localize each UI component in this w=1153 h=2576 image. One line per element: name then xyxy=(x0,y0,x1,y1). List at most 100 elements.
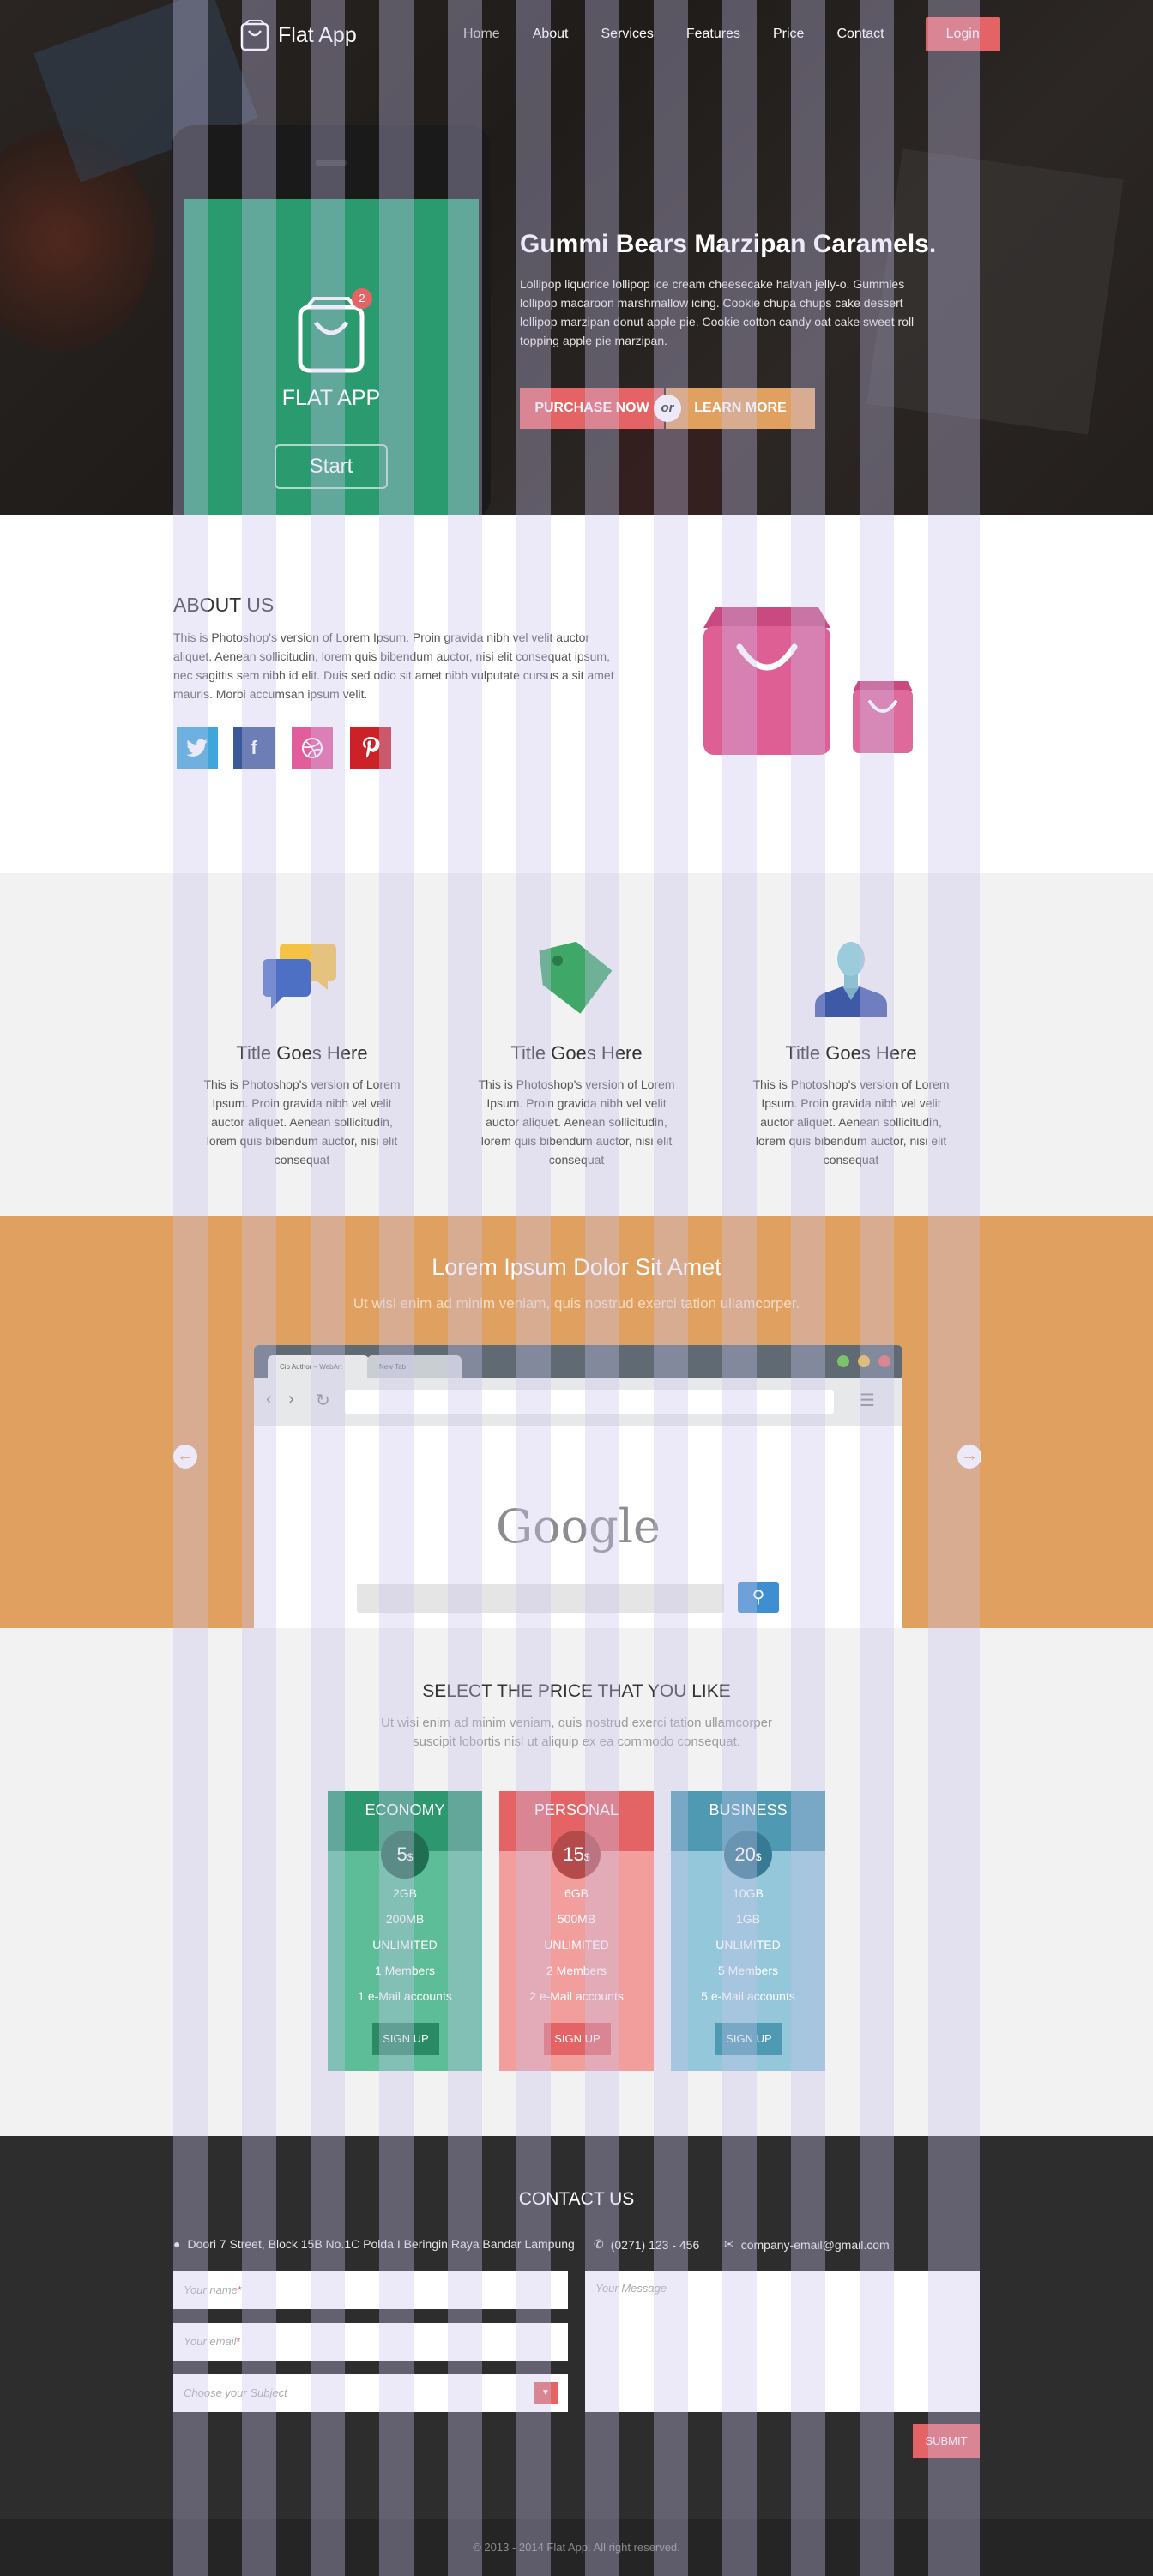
nav-link-features[interactable]: Features xyxy=(686,17,740,51)
contact-email: ✉ company-email@gmail.com xyxy=(724,2237,890,2252)
footer: © 2013 - 2014 Flat App. All right reserv… xyxy=(0,2519,1153,2576)
arrow-left-icon[interactable]: ← xyxy=(173,1445,197,1469)
feature-item: Title Goes Here This is Photoshop's vers… xyxy=(465,935,688,1169)
feature-item: Title Goes Here This is Photoshop's vers… xyxy=(190,935,414,1169)
envelope-icon: ✉ xyxy=(724,2237,734,2251)
arrow-right-icon[interactable]: → xyxy=(957,1445,981,1469)
address-text: Doori 7 Street, Block 15B No.1C Polda I … xyxy=(187,2237,575,2251)
plan-feature: 1 Members xyxy=(374,1964,436,1977)
nav-link-home[interactable]: Home xyxy=(463,17,500,51)
subject-select[interactable]: Choose your Subject ▼ xyxy=(173,2374,568,2412)
search-icon: ⚲ xyxy=(738,1582,779,1613)
showcase-title: Lorem Ipsum Dolor Sit Amet xyxy=(432,1254,721,1280)
menu-icon: ☰ xyxy=(860,1391,875,1410)
chevron-down-icon[interactable]: ▼ xyxy=(534,2382,558,2404)
brand-logo[interactable]: Flat App xyxy=(240,19,357,51)
sign-up-button[interactable]: SIGN UP xyxy=(544,2023,611,2055)
feature-item: Title Goes Here This is Photoshop's vers… xyxy=(739,935,963,1169)
main-nav: Home About Services Features Price Conta… xyxy=(463,17,1000,51)
plan-feature: 500MB xyxy=(557,1912,596,1926)
nav-link-contact[interactable]: Contact xyxy=(836,17,884,51)
contact-address: ● Doori 7 Street, Block 15B No.1C Polda … xyxy=(173,2237,575,2251)
plan-feature: 2 e-Mail accounts xyxy=(529,1989,624,2003)
hero-text: Lollipop liquorice lollipop ice cream ch… xyxy=(520,277,915,347)
message-placeholder: Your Message xyxy=(595,2282,667,2295)
sign-up-button[interactable]: SIGN UP xyxy=(372,2023,439,2055)
price-tag-icon xyxy=(539,941,613,1014)
name-placeholder: Your name xyxy=(184,2283,238,2296)
pinterest-icon[interactable] xyxy=(350,727,391,769)
email-text: company-email@gmail.com xyxy=(740,2237,890,2252)
pricing-subtitle: Ut wisi enim ad minim veniam, quis nostr… xyxy=(380,1716,772,1749)
nav-link-about[interactable]: About xyxy=(533,17,569,51)
user-icon xyxy=(815,942,887,1017)
plan-feature: 6GB xyxy=(564,1886,589,1900)
or-divider: or xyxy=(654,395,681,422)
plan-price: 15$ xyxy=(552,1831,601,1879)
phone-speaker xyxy=(316,160,347,166)
browser-tab: New Tab xyxy=(367,1355,462,1378)
hero-headline: Gummi Bears Marzipan Caramels. xyxy=(520,230,937,258)
feature-text: This is Photoshop's version of Lorem Ips… xyxy=(752,1077,950,1167)
submit-button[interactable]: SUBMIT xyxy=(913,2424,980,2458)
phone-icon: ✆ xyxy=(594,2237,604,2251)
purchase-now-button[interactable]: PURCHASE NOW xyxy=(520,388,664,429)
browser-tab-bar: Cip Author – WebArt New Tab xyxy=(254,1345,902,1378)
plan-feature: 2GB xyxy=(392,1886,417,1900)
reload-icon: ↻ xyxy=(316,1391,330,1410)
plan-price-value: 20 xyxy=(734,1843,756,1865)
app-title: FLAT APP xyxy=(281,386,381,410)
plan-feature: UNLIMITED xyxy=(715,1938,781,1952)
plan-price-value: 5 xyxy=(396,1843,407,1865)
twitter-icon[interactable] xyxy=(177,727,218,769)
plan-feature: UNLIMITED xyxy=(544,1938,609,1952)
email-placeholder: Your email xyxy=(184,2335,237,2348)
feature-title: Title Goes Here xyxy=(510,1042,643,1064)
login-button[interactable]: Login xyxy=(925,17,1000,51)
copyright-text: © 2013 - 2014 Flat App. All right reserv… xyxy=(473,2541,680,2554)
email-field[interactable]: Your email* xyxy=(173,2323,568,2361)
features-section: Title Goes Here This is Photoshop's vers… xyxy=(0,873,1153,1216)
nav-link-services[interactable]: Services xyxy=(601,17,654,51)
plan-feature: 1GB xyxy=(735,1912,760,1926)
contact-section: CONTACT US ● Doori 7 Street, Block 15B N… xyxy=(0,2136,1153,2519)
forward-icon: › xyxy=(288,1390,294,1409)
pink-shopping-bag-illustration xyxy=(853,681,913,753)
window-dot-green xyxy=(837,1355,849,1367)
back-icon: ‹ xyxy=(266,1390,272,1409)
learn-more-button[interactable]: LEARN MORE xyxy=(666,388,815,429)
facebook-glyph: f xyxy=(251,737,257,758)
contact-title: CONTACT US xyxy=(518,2189,635,2209)
pricing-plan-business: BUSINESS 20$ 10GB 1GB UNLIMITED 5 Member… xyxy=(671,1791,825,2071)
feature-title: Title Goes Here xyxy=(785,1042,917,1064)
phone-screen: 2 FLAT APP Start xyxy=(184,199,479,515)
plan-feature: 2 Members xyxy=(546,1964,607,1977)
message-textarea[interactable]: Your Message xyxy=(585,2271,980,2412)
brand-name: Flat App xyxy=(278,22,357,47)
facebook-icon[interactable]: f xyxy=(233,727,275,769)
plan-price: 5$ xyxy=(381,1831,429,1879)
dribbble-icon[interactable] xyxy=(292,727,333,769)
name-field[interactable]: Your name* xyxy=(173,2271,568,2309)
plan-feature: UNLIMITED xyxy=(372,1938,438,1952)
google-logo: Google xyxy=(496,1499,661,1553)
plan-currency: $ xyxy=(583,1851,590,1863)
plan-feature: 10GB xyxy=(733,1886,764,1900)
sign-up-button[interactable]: SIGN UP xyxy=(715,2023,782,2055)
browser-address-bar xyxy=(345,1390,834,1414)
phone-mockup: 2 FLAT APP Start xyxy=(172,125,491,515)
feature-text: This is Photoshop's version of Lorem Ips… xyxy=(203,1077,401,1167)
hero-background-shape xyxy=(618,429,721,515)
feature-text: This is Photoshop's version of Lorem Ips… xyxy=(478,1077,675,1167)
start-button[interactable]: Start xyxy=(275,444,388,489)
plan-feature: 200MB xyxy=(385,1912,425,1926)
required-mark: * xyxy=(237,2283,242,2296)
plan-price-value: 15 xyxy=(563,1843,584,1865)
nav-link-price[interactable]: Price xyxy=(773,17,804,51)
google-search-input xyxy=(357,1584,724,1613)
hero-section: Flat App Home About Services Features Pr… xyxy=(0,0,1153,515)
plan-feature: 1 e-Mail accounts xyxy=(358,1989,452,2003)
showcase-section: Lorem Ipsum Dolor Sit Amet Ut wisi enim … xyxy=(0,1216,1153,1628)
pricing-title: SELECT THE PRICE THAT YOU LIKE xyxy=(422,1681,731,1701)
chat-bubbles-icon xyxy=(263,944,336,1009)
